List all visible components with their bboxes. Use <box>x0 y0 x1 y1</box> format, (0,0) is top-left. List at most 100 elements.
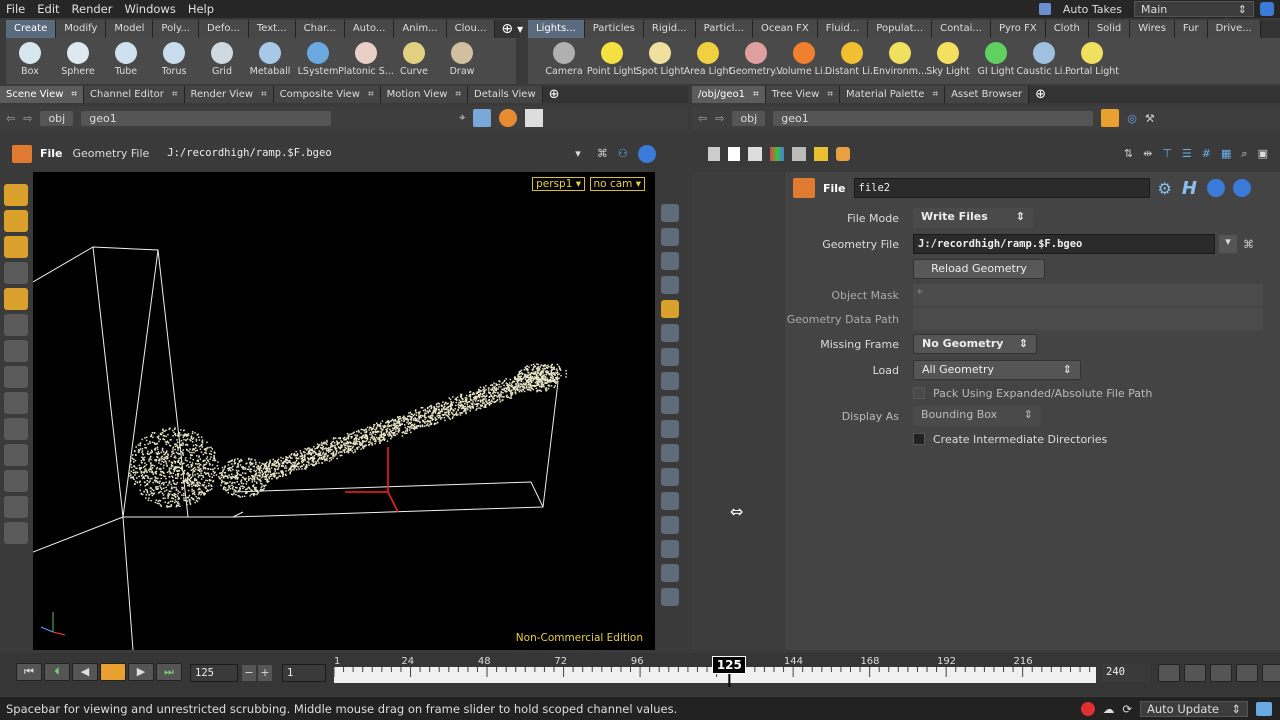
add-tab-icon[interactable]: ⊕ <box>549 86 560 103</box>
forward-arrow-icon[interactable]: ⇨ <box>23 112 32 125</box>
menu-windows[interactable]: Windows <box>118 2 181 16</box>
network-pane[interactable] <box>692 172 784 650</box>
create-tool-curve[interactable]: Curve <box>390 38 438 84</box>
frame-step-field[interactable]: 1 <box>282 664 326 682</box>
close-icon[interactable]: ⌗ <box>753 86 759 103</box>
scene-viewport[interactable]: persp1 ▾ no cam ▾ Non-Commercial Edition <box>33 172 655 650</box>
frame-increment-icon[interactable]: + <box>258 665 272 681</box>
lights-tool-distant-light[interactable]: Distant Li... <box>825 38 879 84</box>
paint-tool-icon[interactable] <box>4 496 28 518</box>
shelf-menu-icon[interactable]: ▾ <box>517 20 523 38</box>
close-icon[interactable]: ⌗ <box>368 86 374 103</box>
menu-file[interactable]: File <box>0 2 31 16</box>
shelf-tab-animation[interactable]: Anim... <box>394 20 447 38</box>
select-points-icon[interactable] <box>4 210 28 232</box>
current-frame-field[interactable]: 125 <box>190 664 238 682</box>
reload-geometry-button[interactable]: Reload Geometry <box>913 259 1045 279</box>
gear-icon[interactable]: ⚙ <box>1158 179 1172 198</box>
display-options-icon[interactable] <box>661 204 679 222</box>
cube-view-icon[interactable] <box>473 109 492 127</box>
lights-tool-area-light[interactable]: Area Light <box>684 38 732 84</box>
breadcrumb-geo1[interactable]: geo1 <box>81 110 332 126</box>
select-tool-icon[interactable] <box>4 184 28 206</box>
menu-icon[interactable]: ▣ <box>1258 147 1268 161</box>
lights-tool-camera[interactable]: Camera <box>540 38 588 84</box>
snap-prim-icon[interactable] <box>4 340 28 362</box>
new-page-icon[interactable] <box>728 146 740 161</box>
back-arrow-icon[interactable]: ⇦ <box>698 112 707 125</box>
realtime-icon[interactable] <box>1184 664 1206 682</box>
stop-icon[interactable] <box>100 663 126 681</box>
forward-arrow-icon[interactable]: ⇨ <box>715 112 724 125</box>
grid-view-icon[interactable]: ▦ <box>1221 147 1231 161</box>
background-icon[interactable] <box>525 109 544 127</box>
render-flags-icon[interactable] <box>499 109 518 127</box>
view-tool-icon[interactable] <box>4 522 28 544</box>
tab-material-palette[interactable]: Material Palette ⌗ <box>840 86 946 103</box>
lighting-icon[interactable] <box>661 252 679 270</box>
layout-icon[interactable] <box>748 146 762 161</box>
object-mask-field[interactable]: * <box>913 284 1263 306</box>
visibility-icon[interactable] <box>661 372 679 390</box>
shelf-tab-create[interactable]: Create <box>6 20 57 38</box>
tab-details-view[interactable]: Details View <box>468 86 543 103</box>
tab-composite-view[interactable]: Composite View ⌗ <box>273 86 381 103</box>
snap-grid-icon[interactable] <box>4 314 28 336</box>
menu-help[interactable]: Help <box>182 2 220 16</box>
frame-slider-thumb[interactable]: 125 <box>712 656 747 674</box>
network-status-icon[interactable] <box>1256 701 1272 716</box>
lights-tool-volume-light[interactable]: Volume Li... <box>776 38 832 84</box>
vectors-display-icon[interactable] <box>661 444 679 462</box>
ghost-icon[interactable] <box>661 324 679 342</box>
geometry-file-field[interactable]: J:/recordhigh/ramp.$F.bgeo <box>913 234 1215 254</box>
help-icon[interactable] <box>637 144 656 163</box>
display-as-menu[interactable]: Bounding Box ⇕ <box>913 406 1041 426</box>
list-icon[interactable]: ☰ <box>1182 147 1192 161</box>
clipboard-icon[interactable] <box>708 146 720 161</box>
node-name-field[interactable]: file2 <box>853 178 1150 198</box>
shelf-tab-ocean[interactable]: Ocean FX <box>752 20 818 38</box>
prim-display-icon[interactable] <box>661 492 679 510</box>
desktop-select[interactable]: Main ⇕ <box>1134 1 1254 17</box>
lights-tool-geometry-light[interactable]: Geometry... <box>728 38 784 84</box>
shelf-tab-fur[interactable]: Fur <box>1174 20 1208 38</box>
shelf-tab-particles[interactable]: Particles <box>584 20 644 38</box>
step-back-icon[interactable]: ⏴ <box>44 663 70 681</box>
camera-options-icon[interactable] <box>661 228 679 246</box>
tools-icon[interactable]: ⚒ <box>1145 112 1155 125</box>
play-reverse-icon[interactable]: ◀ <box>72 663 98 681</box>
hash-icon[interactable]: # <box>1202 147 1211 161</box>
file-mode-menu[interactable]: Write Files ⇕ <box>913 208 1033 228</box>
note-icon[interactable] <box>814 146 828 161</box>
breadcrumb-obj[interactable]: obj <box>732 110 766 126</box>
close-icon[interactable]: ⌗ <box>455 86 461 103</box>
menu-edit[interactable]: Edit <box>31 2 65 16</box>
breadcrumb-obj[interactable]: obj <box>40 110 74 126</box>
connect-icon[interactable]: ⇹ <box>1143 147 1152 161</box>
pack-expanded-checkbox[interactable] <box>913 387 925 399</box>
create-tool-sphere[interactable]: Sphere <box>54 38 102 84</box>
create-tool-tube[interactable]: Tube <box>102 38 150 84</box>
stop-cook-icon[interactable] <box>1080 701 1095 716</box>
shelf-tab-lights[interactable]: Lights... <box>528 20 585 38</box>
auto-takes-label[interactable]: Auto Takes <box>1057 3 1128 16</box>
magnet-multi-icon[interactable] <box>4 392 28 414</box>
point-numbers-icon[interactable] <box>661 468 679 486</box>
chat-icon[interactable]: ☁ <box>1103 702 1115 716</box>
camera-tool-icon[interactable] <box>4 418 28 440</box>
add-tab-icon[interactable]: ⊕ <box>1035 86 1046 103</box>
grid-icon[interactable] <box>792 146 806 161</box>
headlight-icon[interactable] <box>661 276 679 294</box>
shelf-tab-deform[interactable]: Defo... <box>199 20 249 38</box>
help-icon[interactable] <box>1260 2 1274 16</box>
shelf-tab-character[interactable]: Char... <box>295 20 345 38</box>
tree-icon[interactable]: ⊤ <box>1162 147 1172 161</box>
menu-render[interactable]: Render <box>66 2 119 16</box>
pin-icon[interactable] <box>1101 109 1120 127</box>
safe-area-icon[interactable] <box>661 588 679 606</box>
create-tool-lsystem[interactable]: LSystem <box>294 38 342 84</box>
frame-decrement-icon[interactable]: − <box>242 665 256 681</box>
load-menu[interactable]: All Geometry ⇕ <box>913 360 1081 380</box>
file-dropdown-icon[interactable]: ▾ <box>1219 235 1237 253</box>
shelf-tab-drive[interactable]: Drive... <box>1207 20 1261 38</box>
